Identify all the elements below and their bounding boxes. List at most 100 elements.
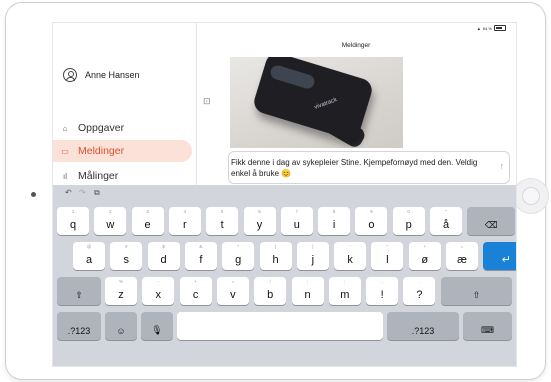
key-sub-label: + [423, 244, 426, 249]
key-label: f [199, 254, 203, 266]
key-sub-label: 7 [295, 209, 299, 214]
key-n[interactable]: ; n [291, 277, 324, 305]
key-label: ⇧ [472, 290, 481, 300]
key-j[interactable]: ) j [296, 242, 329, 270]
key-å[interactable]: " å [430, 207, 462, 235]
key-sub-label: 8 [332, 209, 336, 214]
emoji-key[interactable]: ☺ [105, 312, 137, 340]
key-sub-label: 4 [183, 209, 187, 214]
key-sub-label: @ [86, 244, 92, 249]
undo-icon[interactable]: ↶ [65, 188, 72, 197]
key-sub-label: " [445, 209, 447, 214]
key-sub-label: / [269, 279, 271, 284]
device-image [251, 57, 375, 142]
key-?[interactable]: .? [403, 277, 436, 305]
key-i[interactable]: 8i [318, 207, 351, 235]
sidebar-item-meldinger[interactable]: ▭ Meldinger [53, 140, 192, 162]
sidebar-item-oppgaver[interactable]: ⌂ Oppgaver [53, 117, 192, 139]
onscreen-keyboard: ↶ ↷ ⧉ 1 q 2 w 3 e 4 r 5 t 6 y 7 u 8 i 9 o 0 p " å ⌫ @ a # s $ d & f * g(… [53, 185, 516, 366]
message-input-text: Fikk denne i dag av sykepleier Stine. Kj… [231, 158, 478, 178]
key-v[interactable]: = v [216, 277, 249, 305]
key-sub-label: & [199, 244, 203, 249]
microphone-key[interactable]: 🎙 [141, 312, 173, 340]
shift-key-right[interactable]: ⇧ [440, 277, 512, 305]
key-![interactable]: ,! [366, 277, 399, 305]
key-u[interactable]: 7u [280, 207, 313, 235]
numbers-key-left[interactable]: .?123 [57, 312, 101, 340]
key-w[interactable]: 2w [94, 207, 127, 235]
key-label: 🎙 [151, 325, 163, 335]
key-label: g [235, 254, 242, 266]
key-c[interactable]: + c [179, 277, 212, 305]
key-q[interactable]: 1q [57, 207, 89, 235]
key-r[interactable]: 4r [168, 207, 201, 235]
key-sub-label: : [344, 279, 346, 284]
key-y[interactable]: 6y [243, 207, 276, 235]
key-b[interactable]: / b [254, 277, 287, 305]
message-input[interactable]: Fikk denne i dag av sykepleier Stine. Kj… [228, 151, 510, 184]
sidebar-item-label: Meldinger [78, 145, 125, 157]
home-button[interactable] [513, 178, 549, 214]
sidebar: Anne Hansen ⌂ Oppgaver ▭ Meldinger ıl Må… [53, 23, 197, 185]
key-o[interactable]: 9o [355, 207, 388, 235]
key-k[interactable]: ' k [334, 242, 367, 270]
key-m[interactable]: :m [328, 277, 361, 305]
screen: 10:22 tir. 6. aug. ▲ 64 % Anne Hansen ⌂ … [52, 22, 517, 367]
battery-percent: 64 % [482, 25, 492, 31]
key-x[interactable]: -x [142, 277, 175, 305]
key-label: b [267, 289, 274, 301]
key-s[interactable]: # s [110, 242, 143, 270]
key-z[interactable]: % z [105, 277, 137, 305]
numbers-key-right[interactable]: .?123 [387, 312, 459, 340]
key-sub-label: * [237, 244, 240, 249]
front-camera-dot [31, 192, 36, 197]
camera-icon[interactable]: ⊡ [203, 96, 215, 106]
key-sub-label: 6 [258, 209, 261, 214]
key-label: w [106, 219, 115, 231]
hide-keyboard-key[interactable]: ⌨ [463, 312, 512, 340]
key-label: k [347, 254, 353, 266]
key-sub-label: 0 [407, 209, 410, 214]
key-label: o [368, 219, 375, 231]
key-t[interactable]: 5t [206, 207, 239, 235]
space-key[interactable] [177, 312, 383, 340]
key-sub-label: ; [306, 279, 309, 284]
key-p[interactable]: 0p [392, 207, 425, 235]
key-e[interactable]: 3e [131, 207, 164, 235]
key-label: .?123 [67, 326, 91, 336]
sidebar-item-malinger[interactable]: ıl Målinger [53, 165, 192, 187]
key-label: å [442, 219, 450, 231]
key-sub-label: , [381, 279, 383, 284]
key-label: .?123 [411, 326, 435, 336]
key-ø[interactable]: + ø [408, 242, 441, 270]
key-label: i [332, 219, 336, 231]
key-d[interactable]: $ d [147, 242, 180, 270]
key-æ[interactable]: = æ [446, 242, 478, 270]
shift-key-left[interactable]: ⇧ [57, 277, 101, 305]
profile[interactable]: Anne Hansen [63, 68, 140, 82]
key-sub-label: + [194, 279, 197, 284]
key-label: c [192, 289, 199, 301]
battery-icon [494, 25, 506, 31]
key-sub-label: = [460, 244, 464, 249]
attached-photo[interactable]: vivatrack [230, 57, 403, 148]
sidebar-item-label: Oppgaver [78, 122, 125, 134]
key-label: e [144, 219, 151, 231]
arrow-up-icon[interactable]: ↑ [500, 161, 505, 171]
key-label: æ [457, 254, 467, 266]
message-icon: ▭ [61, 146, 69, 156]
key-g[interactable]: * g [222, 242, 255, 270]
key-sub-label: ) [312, 244, 314, 249]
paste-icon[interactable]: ⧉ [94, 188, 100, 198]
key-label: ⌨ [481, 325, 494, 335]
key-l[interactable]: " l [371, 242, 404, 270]
key-label: ☺ [116, 326, 126, 336]
return-key[interactable]: ↵ [483, 242, 516, 270]
key-label: j [311, 254, 315, 266]
redo-icon[interactable]: ↷ [79, 188, 86, 197]
key-f[interactable]: & f [184, 242, 217, 270]
key-h[interactable]: (h [259, 242, 292, 270]
key-a[interactable]: @ a [73, 242, 105, 270]
key-label: ⇧ [75, 290, 83, 300]
backspace-key[interactable]: ⌫ [467, 207, 516, 235]
